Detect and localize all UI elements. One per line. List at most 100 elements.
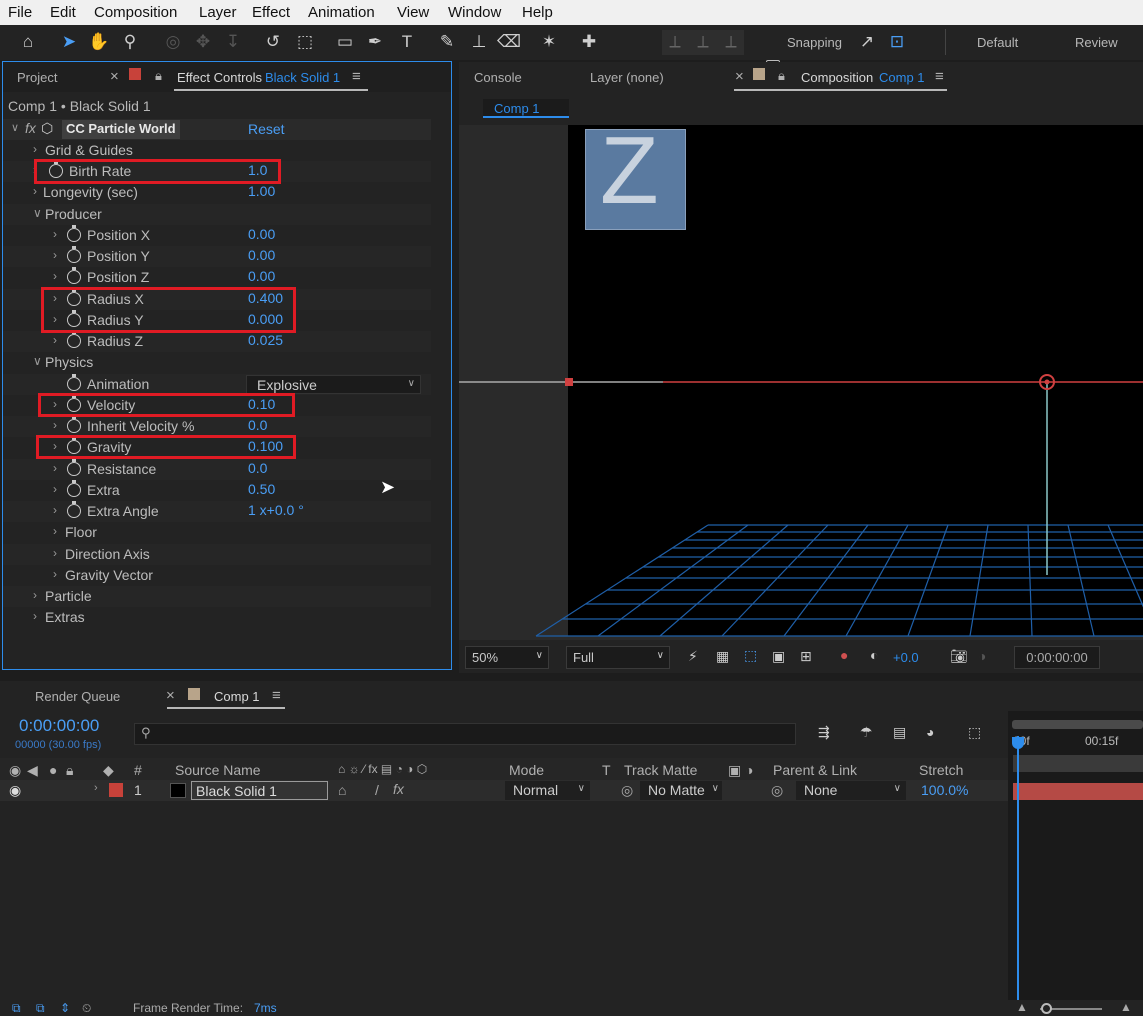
lock-icon[interactable]: 🔒︎ [155, 68, 162, 84]
effect-row-8[interactable]: › Radius Y 0.000 [3, 310, 431, 331]
stopwatch-icon[interactable] [67, 246, 81, 263]
effect-row-3[interactable]: ∨ Producer [3, 204, 431, 225]
effect-row-20[interactable]: › Gravity Vector [3, 565, 431, 586]
type-tool-icon[interactable]: T [394, 30, 420, 54]
show-snapshot-icon[interactable]: ◑ [978, 648, 986, 664]
chevron-right-icon[interactable]: › [53, 546, 57, 560]
stopwatch-icon[interactable] [67, 331, 81, 348]
menu-window[interactable]: Window [448, 4, 501, 21]
workspace-review[interactable]: Review [1075, 35, 1118, 50]
chevron-right-icon[interactable]: › [53, 418, 57, 432]
effect-row-10[interactable]: ∨ Physics [3, 352, 431, 373]
zoom-tool-icon[interactable]: ⚲ [117, 30, 143, 54]
transparency-grid-icon[interactable]: ▦ [716, 648, 729, 665]
chevron-right-icon[interactable]: › [53, 503, 57, 517]
puppet-pin-icon[interactable]: ✚ [576, 30, 602, 54]
menu-edit[interactable]: Edit [50, 4, 76, 21]
world-axis-icon[interactable]: ⟂ [690, 30, 716, 54]
snapshot-camera-icon[interactable]: 📷︎ [950, 648, 968, 665]
clone-stamp-icon[interactable]: ⊥ [466, 30, 492, 54]
menu-file[interactable]: File [8, 4, 32, 21]
roto-brush-icon[interactable]: ✶ [536, 30, 562, 54]
zoom-in-icon[interactable]: ▲ [1120, 1000, 1132, 1014]
tab-render-queue[interactable]: Render Queue [35, 689, 120, 704]
track-matte-pickwhip-icon[interactable]: ◎ [621, 782, 633, 799]
effect-row-18[interactable]: › Floor [3, 522, 431, 543]
effect-row-9[interactable]: › Radius Z 0.025 [3, 331, 431, 352]
effect-row-4[interactable]: › Position X 0.00 [3, 225, 431, 246]
effect-row-22[interactable]: › Extras [3, 607, 431, 628]
motion-blur-icon[interactable]: ◕ [926, 724, 934, 740]
chevron-down-icon[interactable]: ∨ [33, 354, 42, 368]
channel-icon[interactable]: ● [840, 647, 848, 663]
menu-effect[interactable]: Effect [252, 4, 290, 21]
search-input[interactable]: ⚲ [134, 723, 796, 745]
color-management-icon[interactable]: ◐ [870, 647, 878, 663]
panel-menu-icon[interactable]: ≡ [935, 68, 944, 85]
fx-switch-icon[interactable]: fx [393, 781, 404, 797]
effect-row-value[interactable]: 0.00 [248, 268, 275, 284]
tab-layer[interactable]: Layer (none) [590, 70, 664, 85]
chevron-right-icon[interactable]: › [53, 291, 57, 305]
chevron-right-icon[interactable]: › [53, 248, 57, 262]
effect-row-16[interactable]: › Extra 0.50 [3, 480, 431, 501]
stopwatch-icon[interactable] [67, 267, 81, 284]
stopwatch-icon[interactable] [67, 395, 81, 412]
dolly-camera-icon[interactable]: ↧ [220, 30, 246, 54]
effect-row-value[interactable]: 0.025 [248, 332, 283, 348]
effect-row-value[interactable]: 0.10 [248, 396, 275, 412]
zoom-out-icon[interactable]: ▲ [1016, 1000, 1028, 1014]
stretch-value[interactable]: 100.0% [921, 782, 968, 798]
parent-dropdown[interactable]: None ∨ [796, 781, 906, 800]
effect-row-11[interactable]: Animation Explosive ∨ [3, 374, 431, 395]
eraser-tool-icon[interactable]: ⌫ [496, 30, 522, 54]
mask-visibility-icon[interactable]: ⬚ [744, 647, 757, 664]
stopwatch-icon[interactable] [67, 310, 81, 327]
effect-row-12[interactable]: › Velocity 0.10 [3, 395, 431, 416]
effect-row-6[interactable]: › Position Z 0.00 [3, 267, 431, 288]
effect-row-15[interactable]: › Resistance 0.0 [3, 459, 431, 480]
effect-row-1[interactable]: › Birth Rate 1.0 [3, 161, 431, 182]
effect-name[interactable]: CC Particle World [62, 120, 180, 139]
transfer-controls-icon[interactable]: ⧉ [36, 1001, 45, 1016]
playhead-handle[interactable] [1012, 737, 1024, 749]
chevron-right-icon[interactable]: › [53, 269, 57, 283]
layer-duration-bar[interactable] [1013, 783, 1143, 800]
effect-row-7[interactable]: › Radius X 0.400 [3, 289, 431, 310]
graph-editor-icon[interactable]: ⬚ [968, 724, 981, 741]
effect-row-14[interactable]: › Gravity 0.100 [3, 437, 431, 458]
resolution-dropdown[interactable]: Full ∨ [566, 646, 670, 669]
eye-icon[interactable]: ◉ [9, 782, 21, 799]
chevron-right-icon[interactable]: › [53, 482, 57, 496]
close-icon[interactable]: × [166, 687, 175, 704]
effect-row-value[interactable]: 0.50 [248, 481, 275, 497]
shy-switch-icon[interactable]: ⌂ [338, 782, 346, 798]
stopwatch-icon[interactable] [67, 501, 81, 518]
layer-name-field[interactable]: Black Solid 1 [191, 781, 328, 800]
panel-menu-icon[interactable]: ≡ [352, 68, 361, 85]
chevron-right-icon[interactable]: › [33, 588, 37, 602]
comp-subtab[interactable]: Comp 1 [483, 99, 569, 118]
effect-row-value[interactable]: 0.100 [248, 438, 283, 454]
exposure-value[interactable]: +0.0 [893, 650, 919, 665]
tab-console[interactable]: Console [474, 70, 522, 85]
chevron-right-icon[interactable]: › [33, 163, 37, 177]
chevron-right-icon[interactable]: › [53, 227, 57, 241]
chevron-right-icon[interactable]: › [53, 439, 57, 453]
chevron-right-icon[interactable]: › [33, 609, 37, 623]
reset-button[interactable]: Reset [248, 121, 285, 137]
effect-row-13[interactable]: › Inherit Velocity % 0.0 [3, 416, 431, 437]
col-source-name[interactable]: Source Name [175, 762, 261, 778]
parent-pickwhip-icon[interactable]: ◎ [771, 782, 783, 799]
home-icon[interactable]: ⌂ [15, 30, 41, 54]
layer-row[interactable]: ◉ › 1 Black Solid 1 ⌂ / fx Normal ∨ ◎ No… [0, 780, 1008, 801]
quality-switch-icon[interactable]: / [375, 782, 379, 798]
animation-dropdown[interactable]: Explosive ∨ [246, 375, 421, 394]
fx-icon[interactable]: fx [25, 120, 36, 136]
stopwatch-icon[interactable] [49, 161, 63, 178]
layer-switches-icon[interactable]: ⧉ [12, 1001, 21, 1016]
chevron-down-icon[interactable]: ∨ [33, 206, 42, 220]
hand-tool-icon[interactable]: ✋ [86, 30, 112, 54]
layer-label-swatch[interactable] [109, 783, 123, 797]
effect-row-2[interactable]: › Longevity (sec) 1.00 [3, 182, 431, 203]
